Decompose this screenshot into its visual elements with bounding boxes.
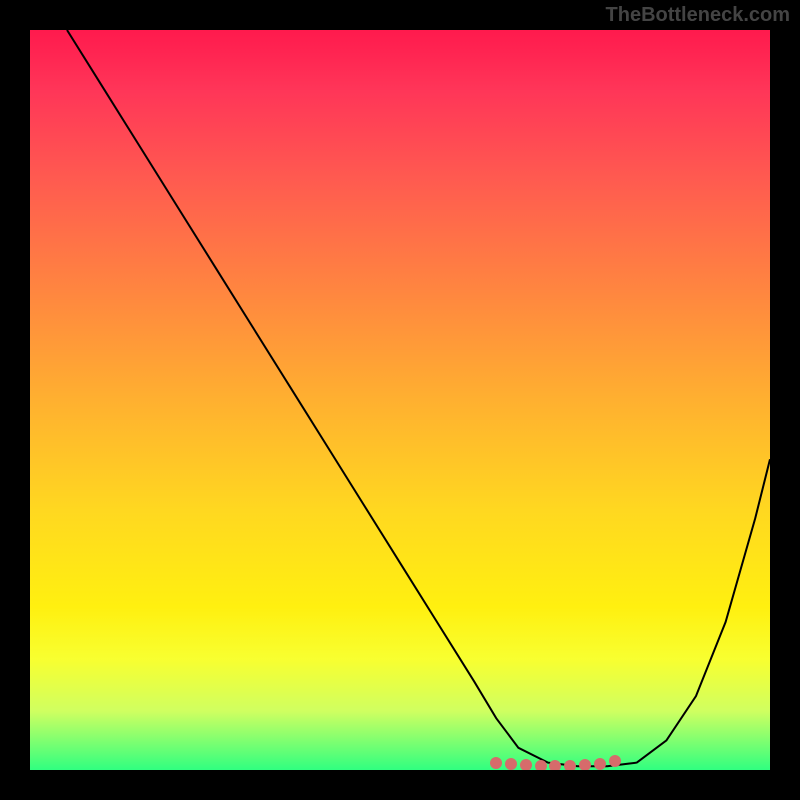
highlight-point bbox=[579, 759, 591, 770]
highlight-point bbox=[535, 760, 547, 770]
highlight-point bbox=[505, 758, 517, 770]
highlight-point bbox=[549, 760, 561, 770]
highlight-point bbox=[564, 760, 576, 770]
chart-highlight-points bbox=[30, 30, 770, 770]
highlight-point bbox=[594, 758, 606, 770]
watermark-text: TheBottleneck.com bbox=[606, 4, 790, 27]
highlight-point bbox=[520, 759, 532, 770]
highlight-point bbox=[490, 757, 502, 769]
highlight-point bbox=[609, 755, 621, 767]
chart-plot-area bbox=[30, 30, 770, 770]
